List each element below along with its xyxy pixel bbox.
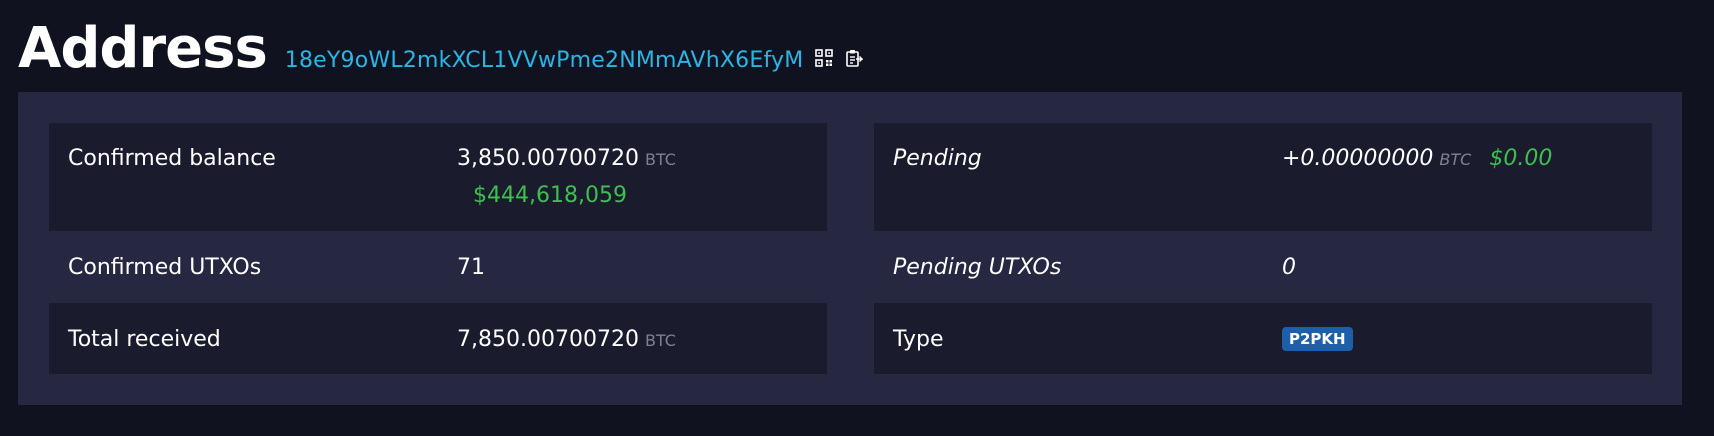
pending-value: +0.00000000 BTC $0.00: [1282, 146, 1552, 171]
confirmed-balance-unit: BTC: [644, 150, 676, 169]
confirmed-balance-value: 3,850.00700720 BTC: [457, 146, 676, 171]
confirmed-balance-fiat: $444,618,059: [473, 183, 627, 208]
total-received-value: 7,850.00700720 BTC: [457, 327, 676, 352]
total-received-label: Total received: [68, 327, 221, 352]
confirmed-balance-amount: 3,850.00700720: [457, 146, 639, 171]
total-received-unit: BTC: [644, 331, 676, 350]
qr-code-icon[interactable]: [815, 49, 834, 67]
pending-cell: Pending +0.00000000 BTC $0.00: [874, 123, 1652, 231]
pending-utxos-cell: Pending UTXOs 0: [874, 231, 1652, 303]
pending-utxos-value: 0: [1282, 255, 1296, 280]
confirmed-utxos-cell: Confirmed UTXOs 71: [49, 231, 827, 303]
pending-label: Pending: [893, 146, 982, 171]
address-hash[interactable]: 18eY9oWL2mkXCL1VVwPme2NMmAVhX6EfyM: [285, 48, 804, 73]
type-cell: Type P2PKH: [874, 303, 1652, 374]
total-received-amount: 7,850.00700720: [457, 327, 639, 352]
confirmed-balance-cell: Confirmed balance 3,850.00700720 BTC $444…: [49, 123, 827, 231]
total-received-cell: Total received 7,850.00700720 BTC: [49, 303, 827, 374]
address-details-panel: Confirmed balance 3,850.00700720 BTC $444…: [18, 92, 1682, 405]
pending-fiat: $0.00: [1489, 146, 1553, 171]
type-badge: P2PKH: [1282, 327, 1353, 351]
pending-utxos-label: Pending UTXOs: [893, 255, 1062, 280]
page-header: Address 18eY9oWL2mkXCL1VVwPme2NMmAVhX6Ef…: [18, 14, 864, 84]
pending-amount: +0.00000000: [1282, 146, 1434, 171]
pending-unit: BTC: [1439, 150, 1472, 169]
confirmed-utxos-value: 71: [457, 255, 485, 280]
confirmed-utxos-label: Confirmed UTXOs: [68, 255, 262, 280]
type-label: Type: [893, 327, 944, 352]
page-title: Address: [18, 16, 268, 81]
confirmed-balance-label: Confirmed balance: [68, 146, 276, 171]
type-value: P2PKH: [1282, 327, 1353, 353]
clipboard-icon[interactable]: [845, 49, 864, 67]
